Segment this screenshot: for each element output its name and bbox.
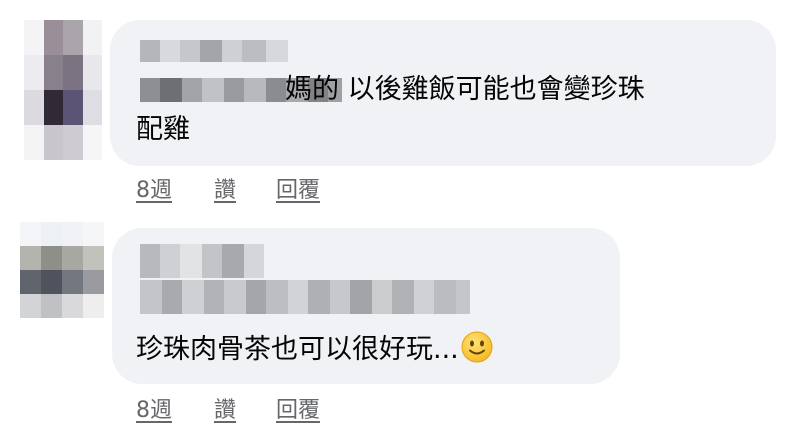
- redacted-handle-2: [140, 280, 470, 314]
- avatar-commenter-1[interactable]: [24, 20, 102, 160]
- timestamp-link[interactable]: 8週: [136, 172, 214, 204]
- comment-actions-1: 8週 讚 回覆: [136, 172, 320, 204]
- redacted-name-1: [140, 40, 288, 62]
- timestamp-link[interactable]: 8週: [136, 392, 214, 424]
- reply-button[interactable]: 回覆: [276, 172, 320, 204]
- comment-text-1-line-2: 配雞: [136, 114, 190, 145]
- comment-text-2-body: 珍珠肉骨茶也可以很好玩...: [136, 334, 459, 365]
- comment-text-2: 珍珠肉骨茶也可以很好玩...: [136, 330, 493, 370]
- like-button[interactable]: 讚: [214, 172, 276, 204]
- comment-actions-2: 8週 讚 回覆: [136, 392, 320, 424]
- redacted-name-2: [140, 244, 264, 278]
- slightly-smiling-face-icon: [461, 331, 493, 363]
- reply-button[interactable]: 回覆: [276, 392, 320, 424]
- like-button[interactable]: 讚: [214, 392, 276, 424]
- avatar-commenter-2[interactable]: [20, 222, 104, 318]
- comment-text-1-line-1: 媽的 以後雞飯可能也會變珍珠: [285, 74, 645, 105]
